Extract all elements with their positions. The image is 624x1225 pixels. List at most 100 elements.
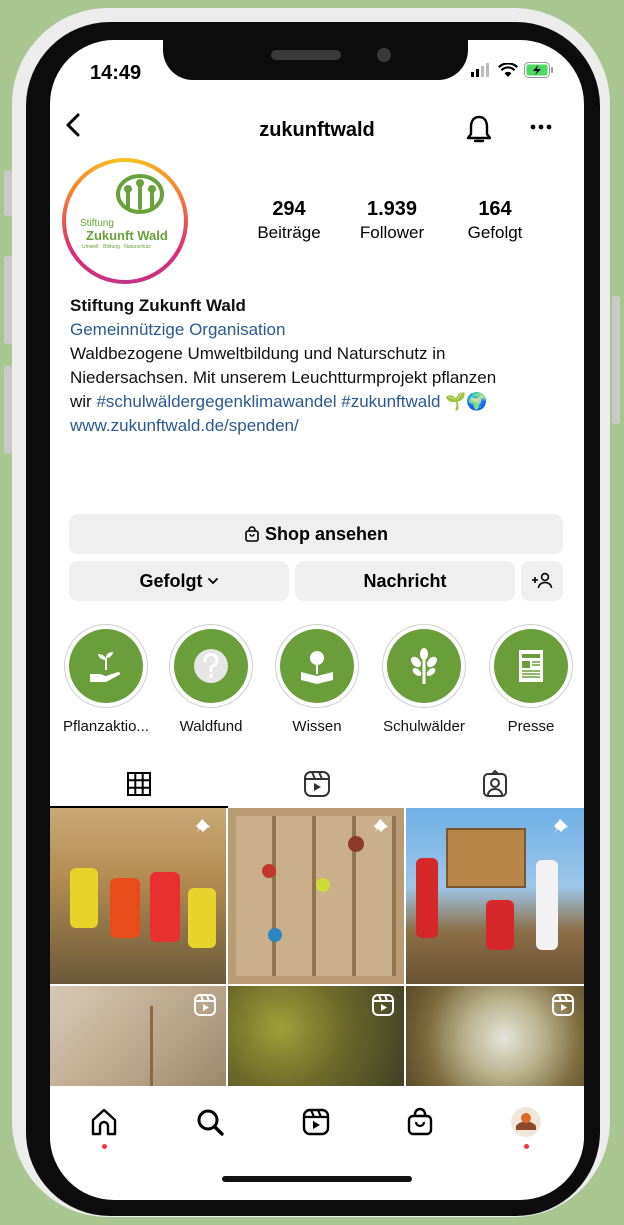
stat-label: Beiträge (257, 223, 321, 242)
post-tile-reel[interactable] (50, 986, 226, 1090)
newspaper-icon (519, 650, 543, 682)
highlight-label: Pflanzaktio... (63, 718, 149, 735)
post-tile-planting[interactable] (50, 808, 226, 984)
profile-bio: Stiftung Zukunft Wald Gemeinnützige Orga… (70, 294, 570, 438)
pin-icon (374, 819, 388, 833)
following-button[interactable]: Gefolgt (69, 561, 289, 601)
chevron-down-icon (207, 578, 218, 585)
photo-person (188, 888, 216, 948)
shop-button-label: Shop ansehen (264, 523, 389, 544)
book-tree-icon (301, 651, 333, 684)
photo-sign (446, 828, 526, 888)
photo-person (416, 858, 438, 938)
highlight-ring (275, 624, 359, 708)
hashtag-link[interactable]: #zukunftwald (341, 392, 440, 411)
battery-icon (524, 62, 553, 78)
post-tile-reel[interactable] (406, 986, 584, 1090)
hashtag-link[interactable]: #schulwäldergegenklimawandel (96, 392, 336, 411)
stat-label: Follower (359, 223, 425, 242)
suggested-accounts-button[interactable] (521, 561, 563, 601)
shopping-bag-icon (245, 526, 259, 542)
reel-icon (552, 994, 574, 1016)
website-link[interactable]: www.zukunftwald.de/spenden/ (70, 414, 570, 438)
highlight-label: Presse (507, 718, 555, 735)
shop-icon (407, 1107, 433, 1136)
profile-avatar[interactable]: Stiftung Zukunft Wald Umwelt · Bildung ·… (62, 158, 188, 284)
grid-tab[interactable] (50, 760, 228, 808)
photo-person (70, 868, 98, 928)
tagged-tab[interactable] (406, 760, 584, 808)
stat-value: 1.939 (366, 198, 418, 220)
photo-boxes (236, 816, 396, 976)
phone-notch (163, 40, 468, 80)
bottom-navigation (50, 1086, 584, 1158)
signal-icon (471, 63, 489, 77)
logo-text-name: Zukunft Wald (86, 228, 168, 243)
avatar-logo: Stiftung Zukunft Wald Umwelt · Bildung ·… (66, 162, 184, 280)
stat-posts[interactable]: 294 Beiträge (234, 198, 344, 243)
front-camera (377, 48, 391, 62)
logo-text-tagline: Umwelt · Bildung · Naturschutz (82, 244, 151, 250)
highlight-pflanzaktion[interactable]: Pflanzaktio... (58, 624, 154, 735)
nav-profile[interactable] (506, 1102, 546, 1142)
post-tile-schulwald[interactable] (406, 808, 584, 984)
notification-dot (524, 1144, 529, 1149)
photo-person (536, 860, 558, 950)
status-time: 14:49 (90, 62, 142, 84)
stat-value: 164 (478, 198, 512, 220)
nav-search[interactable] (190, 1102, 230, 1142)
pin-icon (196, 819, 210, 833)
reel-icon (194, 994, 216, 1016)
add-person-icon (532, 572, 553, 589)
post-grid (50, 808, 584, 1090)
photo-person (110, 878, 140, 938)
question-icon (194, 649, 228, 683)
nav-shop[interactable] (400, 1102, 440, 1142)
reels-tab[interactable] (228, 760, 406, 808)
bio-text: wir (70, 392, 97, 411)
photo-fruit (316, 878, 330, 892)
highlight-wissen[interactable]: Wissen (269, 624, 365, 735)
post-tile-reel[interactable] (228, 986, 404, 1090)
screen: 14:49 zukunftwald Stiftung Zukunft Wald … (50, 40, 584, 1200)
speaker (271, 50, 341, 60)
nav-home[interactable] (84, 1102, 124, 1142)
highlight-cover (387, 629, 461, 703)
more-icon (530, 124, 552, 130)
mute-switch (4, 170, 12, 216)
volume-up-button (4, 256, 12, 344)
message-button[interactable]: Nachricht (295, 561, 515, 601)
highlight-cover (69, 629, 143, 703)
highlight-waldfund[interactable]: Waldfund (163, 624, 259, 735)
profile-tabs (50, 760, 584, 808)
nav-reels[interactable] (296, 1102, 336, 1142)
pin-icon (554, 819, 568, 833)
highlight-schulwaelder[interactable]: Schulwälder (376, 624, 472, 735)
post-tile-waldfund[interactable] (228, 808, 404, 984)
shop-button[interactable]: Shop ansehen (69, 514, 563, 554)
stat-label: Gefolgt (467, 223, 523, 242)
highlight-ring (169, 624, 253, 708)
notification-dot (102, 1144, 107, 1149)
bio-line: Niedersachsen. Mit unserem Leuchtturmpro… (70, 368, 497, 387)
notifications-button[interactable] (464, 114, 494, 151)
profile-category[interactable]: Gemeinnützige Organisation (70, 318, 570, 342)
volume-down-button (4, 366, 12, 454)
highlight-label: Waldfund (179, 718, 243, 735)
more-options-button[interactable] (528, 114, 554, 146)
photo-fruit (268, 928, 282, 942)
reels-icon (302, 1108, 330, 1136)
highlight-cover (174, 629, 248, 703)
highlight-ring (489, 624, 573, 708)
stat-following[interactable]: 164 Gefolgt (440, 198, 550, 243)
profile-name: Stiftung Zukunft Wald (70, 296, 246, 315)
hand-seedling-icon (90, 652, 121, 682)
reels-icon (304, 771, 330, 797)
status-icons (470, 62, 554, 78)
photo-stalk (150, 1006, 153, 1090)
highlight-presse[interactable]: Presse (483, 624, 579, 735)
stat-followers[interactable]: 1.939 Follower (337, 198, 447, 243)
profile-avatar-icon (511, 1107, 541, 1137)
tagged-icon (483, 770, 507, 797)
grid-icon (127, 772, 151, 796)
